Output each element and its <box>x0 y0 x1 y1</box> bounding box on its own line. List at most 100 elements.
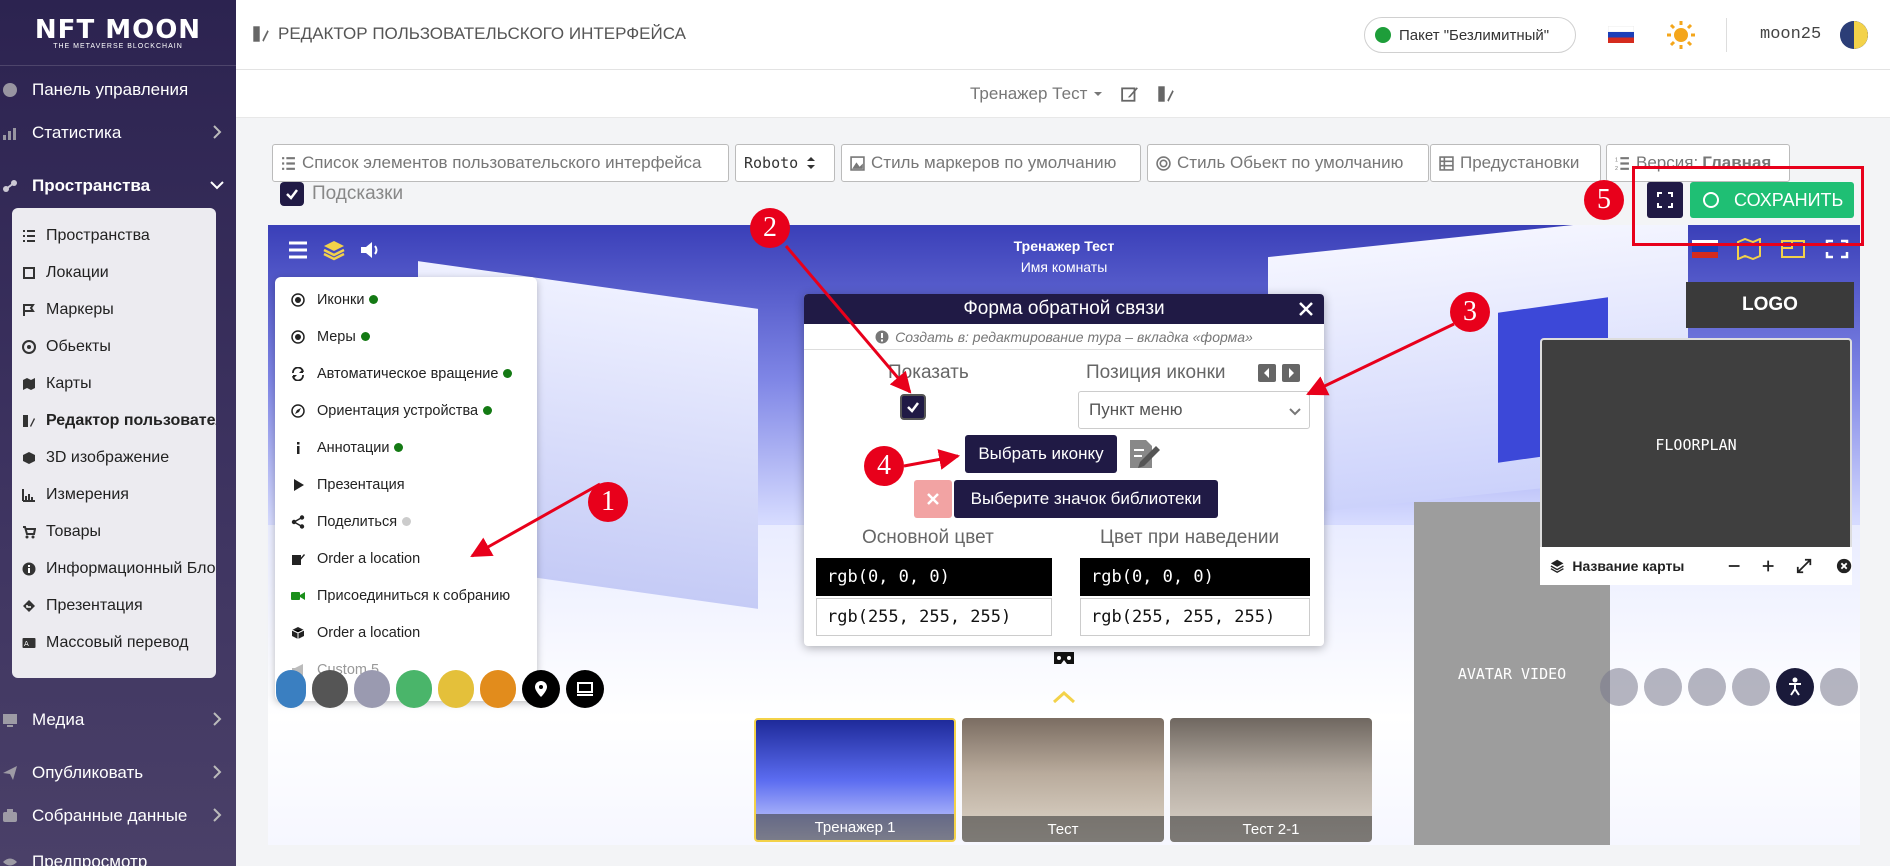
username[interactable]: moon25 <box>1760 25 1821 44</box>
choose-library-icon-button[interactable]: Выберите значок библиотеки <box>954 480 1218 518</box>
menu-item-device-orientation[interactable]: Ориентация устройства <box>291 392 493 429</box>
menu-item-order-location-2[interactable]: Order a location <box>291 614 420 651</box>
main-color-secondary-input[interactable]: rgb(255, 255, 255) <box>816 598 1052 636</box>
circle-button[interactable] <box>1600 668 1638 706</box>
package-badge[interactable]: Пакет "Безлимитный" <box>1364 17 1576 53</box>
menu-item-order-location[interactable]: Order a location <box>291 540 420 577</box>
submenu-item-maps[interactable]: Карты <box>22 367 216 401</box>
circle-button[interactable] <box>276 670 306 708</box>
submenu-item-products[interactable]: Товары <box>22 515 216 549</box>
submenu-item-label: Обьекты <box>46 338 111 355</box>
menu-item-icons[interactable]: Иконки <box>291 281 379 318</box>
compass-icon <box>291 403 305 418</box>
sidebar-item-media[interactable]: Медиа <box>0 700 236 740</box>
telegram-button[interactable] <box>1688 668 1726 706</box>
circle-button[interactable] <box>1644 668 1682 706</box>
viewer-room-name: Имя комнаты <box>1020 259 1108 275</box>
main-color-label: Основной цвет <box>862 527 994 548</box>
room-thumbnail[interactable]: Тренажер 1 <box>754 718 956 842</box>
circle-button[interactable] <box>438 670 474 708</box>
icon-position-select[interactable]: Пункт меню <box>1078 391 1310 429</box>
sidebar-item-preview[interactable]: Предпросмотр <box>0 842 236 866</box>
avatar[interactable] <box>1840 21 1868 49</box>
close-icon[interactable] <box>1296 299 1316 319</box>
edit-icon[interactable] <box>1121 85 1139 103</box>
chevron-up-icon[interactable] <box>1052 690 1076 704</box>
sidebar-item-statistics[interactable]: Статистика <box>0 113 236 153</box>
menu-icon[interactable] <box>286 238 310 262</box>
menu-item-auto-rotate[interactable]: Автоматическое вращение <box>291 355 513 392</box>
theme-toggle-icon[interactable] <box>1666 20 1696 50</box>
sidebar-item-publish[interactable]: Опубликовать <box>0 753 236 793</box>
accessibility-button[interactable] <box>1776 668 1814 706</box>
submenu-item-presentation[interactable]: Презентация <box>22 589 216 623</box>
clear-icon-button[interactable] <box>914 480 952 518</box>
menu-item-annotations[interactable]: Аннотации <box>291 429 404 466</box>
submenu-item-spaces[interactable]: Пространства <box>22 219 216 253</box>
submenu-item-objects[interactable]: Обьекты <box>22 330 216 364</box>
submenu-item-bulk-translate[interactable]: A Массовый перевод <box>22 626 216 660</box>
menu-item-join-meeting[interactable]: Присоединиться к собранию <box>291 577 510 614</box>
submenu-item-measurements[interactable]: Измерения <box>22 478 216 512</box>
video-icon <box>291 591 305 600</box>
sidebar-item-dashboard[interactable]: Панель управления <box>0 70 236 110</box>
room-thumbnail[interactable]: Тест <box>962 718 1164 842</box>
menu-item-label: Аннотации <box>317 439 390 456</box>
room-thumbnail[interactable]: Тест 2-1 <box>1170 718 1372 842</box>
ui-elements-list-button[interactable]: Список элементов пользовательского интер… <box>272 144 729 182</box>
hover-color-secondary-input[interactable]: rgb(255, 255, 255) <box>1080 598 1310 636</box>
choose-icon-button[interactable]: Выбрать иконку <box>965 435 1117 473</box>
submenu-item-3d-image[interactable]: 3D изображение <box>22 441 216 475</box>
submenu-item-ui-editor[interactable]: Редактор пользовательского интерфейса <box>22 404 216 438</box>
caret-down-icon[interactable] <box>1093 89 1103 99</box>
location-button[interactable] <box>1732 668 1770 706</box>
expand-icon[interactable] <box>1796 557 1812 575</box>
russian-flag-icon[interactable] <box>1608 26 1634 43</box>
zoom-out-icon[interactable] <box>1727 558 1741 574</box>
zoom-in-icon[interactable] <box>1761 558 1775 574</box>
room-thumbnail-label: Тест <box>962 816 1164 842</box>
tour-name-dropdown[interactable]: Тренажер Тест <box>970 84 1087 104</box>
default-marker-style-button[interactable]: Стиль маркеров по умолчанию <box>841 144 1141 182</box>
submenu-item-markers[interactable]: Маркеры <box>22 293 216 327</box>
vr-headset-icon[interactable] <box>1052 650 1076 666</box>
font-select[interactable]: Roboto <box>735 144 835 182</box>
submenu-item-info-block[interactable]: Информационный Блок <box>22 552 216 586</box>
menu-item-measures[interactable]: Меры <box>291 318 370 355</box>
map-pin-button[interactable] <box>522 670 560 708</box>
circle-button[interactable] <box>312 670 348 708</box>
submenu-item-locations[interactable]: Локации <box>22 256 216 290</box>
layers-icon[interactable] <box>322 238 346 262</box>
hints-checkbox[interactable] <box>280 182 304 206</box>
default-object-style-button[interactable]: Стиль Обьект по умолчанию <box>1147 144 1429 182</box>
brand-logo[interactable]: NFT MOON THE METAVERSE BLOCKCHAIN <box>0 0 236 66</box>
save-button[interactable]: СОХРАНИТЬ <box>1690 182 1854 218</box>
circle-button[interactable] <box>480 670 516 708</box>
hints-toggle[interactable]: Подсказки <box>280 182 403 206</box>
menu-item-presentation[interactable]: Презентация <box>291 466 405 503</box>
main-color-input[interactable]: rgb(0, 0, 0) <box>816 558 1052 596</box>
preview-icon <box>3 858 17 866</box>
circle-button[interactable] <box>354 670 390 708</box>
sound-icon[interactable] <box>358 238 382 262</box>
viewer-right-circle-buttons <box>1600 668 1858 706</box>
presets-button[interactable]: Предустановки <box>1430 144 1601 182</box>
sidebar-item-spaces[interactable]: Пространства <box>0 166 236 206</box>
sidebar-item-collected-data[interactable]: Собранные данные <box>0 796 236 836</box>
status-dot <box>503 369 513 378</box>
arrow-right-icon[interactable] <box>1282 364 1300 382</box>
edit-file-icon[interactable] <box>1126 436 1162 472</box>
screen-icon <box>577 682 593 696</box>
chat-button[interactable] <box>1820 668 1858 706</box>
screen-button[interactable] <box>566 670 604 708</box>
editor-icon[interactable] <box>1157 85 1175 103</box>
fullscreen-button[interactable] <box>1647 182 1683 218</box>
circle-button[interactable] <box>396 670 432 708</box>
close-icon[interactable] <box>1836 557 1852 575</box>
arrow-left-icon[interactable] <box>1258 364 1276 382</box>
floorplan-panel[interactable]: FLOORPLAN <box>1540 338 1852 582</box>
menu-item-share[interactable]: Поделиться <box>291 503 412 540</box>
hover-color-input[interactable]: rgb(0, 0, 0) <box>1080 558 1310 596</box>
show-checkbox[interactable] <box>900 394 926 420</box>
cart-icon <box>23 526 36 539</box>
